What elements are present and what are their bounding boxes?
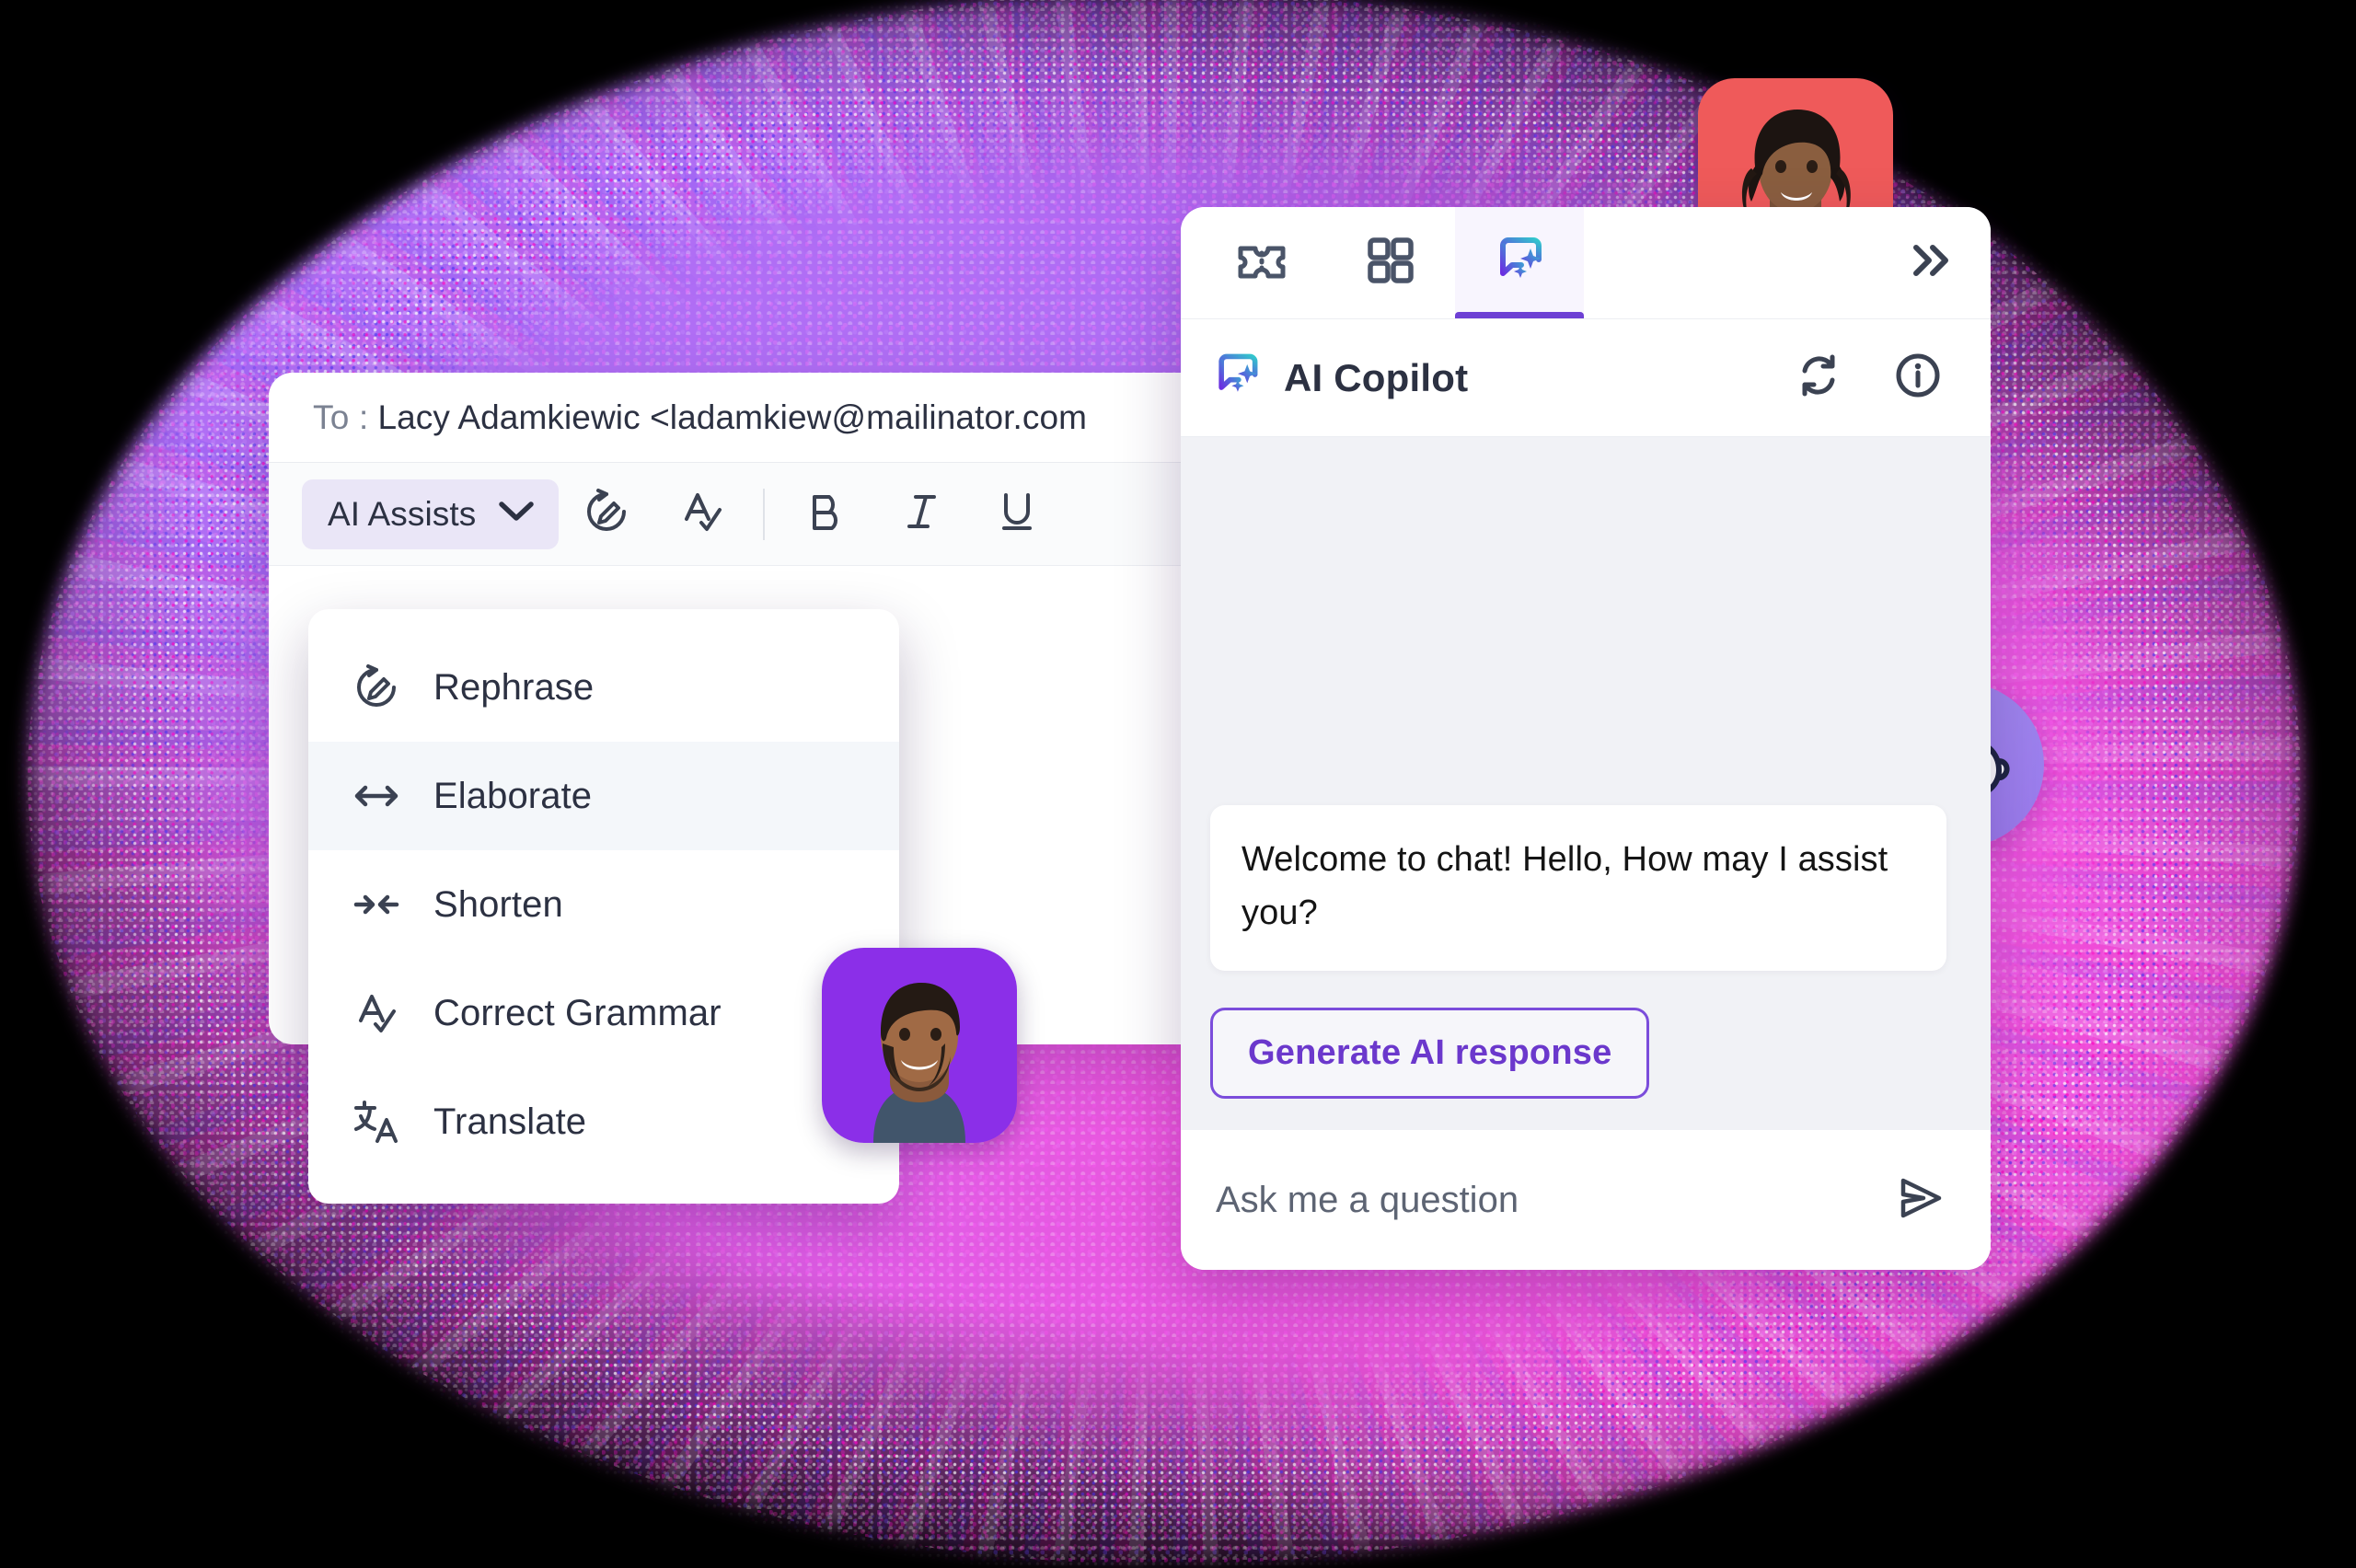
- info-button[interactable]: [1878, 350, 1958, 406]
- grid-icon: [1364, 234, 1417, 292]
- toolbar-bold-button[interactable]: [778, 488, 873, 540]
- copilot-title: AI Copilot: [1284, 355, 1469, 399]
- underline-icon: [993, 488, 1041, 540]
- tab-apps[interactable]: [1326, 207, 1455, 318]
- copilot-chat-area: Welcome to chat! Hello, How may I assist…: [1181, 437, 1991, 1130]
- bold-icon: [802, 488, 849, 540]
- send-icon: [1894, 1171, 1947, 1229]
- menu-item-rephrase[interactable]: Rephrase: [308, 633, 899, 742]
- toolbar-italic-button[interactable]: [873, 488, 969, 540]
- refresh-icon: [1793, 350, 1844, 406]
- menu-item-label: Elaborate: [433, 775, 593, 816]
- menu-item-correct-grammar[interactable]: Correct Grammar: [308, 959, 899, 1067]
- menu-item-elaborate[interactable]: Elaborate: [308, 742, 899, 850]
- chat-message-text: Welcome to chat! Hello, How may I assist…: [1242, 840, 1888, 932]
- ai-assists-label: AI Assists: [328, 494, 477, 533]
- menu-item-shorten[interactable]: Shorten: [308, 850, 899, 959]
- to-label: To :: [313, 398, 369, 436]
- copilot-tabbar: [1181, 207, 1991, 319]
- rephrase-icon: [351, 662, 402, 713]
- tabbar-spacer: [1584, 207, 1871, 318]
- ai-assists-menu: Rephrase Elaborate Shorten Correct Gramm…: [308, 609, 899, 1204]
- collapse-panel-button[interactable]: [1871, 207, 1991, 318]
- elaborate-icon: [351, 770, 402, 822]
- menu-item-translate[interactable]: Translate: [308, 1067, 899, 1176]
- toolbar-divider: [763, 488, 766, 540]
- composer-toolbar: AI Assists: [269, 463, 1209, 566]
- email-to-row: To : Lacy Adamkiewic <ladamkiew@mailinat…: [269, 373, 1209, 463]
- toolbar-underline-button[interactable]: [969, 488, 1065, 540]
- menu-item-label: Translate: [433, 1101, 587, 1142]
- chat-message-bot: Welcome to chat! Hello, How may I assist…: [1210, 805, 1946, 971]
- chevron-down-icon: [498, 500, 535, 528]
- toolbar-rephrase-button[interactable]: [559, 488, 654, 540]
- toolbar-correct-grammar-button[interactable]: [654, 488, 750, 540]
- to-recipient-value[interactable]: Lacy Adamkiewic <ladamkiew@mailinator.co…: [377, 398, 1087, 437]
- translate-icon: [351, 1096, 402, 1147]
- shorten-icon: [351, 879, 402, 930]
- refresh-button[interactable]: [1779, 350, 1858, 406]
- copilot-header: AI Copilot: [1181, 319, 1991, 437]
- tab-ai-copilot[interactable]: [1455, 207, 1584, 318]
- rephrase-icon: [583, 488, 630, 540]
- ai-copilot-icon: [1491, 232, 1548, 294]
- ai-copilot-panel: AI Copilot Welcome to chat! Hello, How m…: [1181, 207, 1991, 1270]
- ai-copilot-icon: [1210, 349, 1264, 407]
- double-chevron-right-icon: [1905, 240, 1957, 285]
- menu-item-label: Shorten: [433, 883, 563, 925]
- copilot-input-bar: [1181, 1130, 1991, 1270]
- correct-grammar-icon: [678, 488, 726, 540]
- ticket-icon: [1233, 232, 1290, 294]
- correct-grammar-icon: [351, 987, 402, 1039]
- user-avatar[interactable]: [822, 948, 1017, 1143]
- italic-icon: [897, 488, 945, 540]
- send-message-button[interactable]: [1884, 1171, 1958, 1229]
- generate-ai-response-button[interactable]: Generate AI response: [1210, 1008, 1650, 1099]
- info-icon: [1892, 350, 1944, 406]
- menu-item-label: Rephrase: [433, 666, 595, 708]
- ai-assists-dropdown-button[interactable]: AI Assists: [302, 478, 560, 549]
- menu-item-label: Correct Grammar: [433, 992, 722, 1033]
- ask-question-input[interactable]: [1216, 1179, 1865, 1221]
- tab-tickets[interactable]: [1197, 207, 1326, 318]
- screenshot-stage: To : Lacy Adamkiewic <ladamkiew@mailinat…: [0, 0, 2356, 1568]
